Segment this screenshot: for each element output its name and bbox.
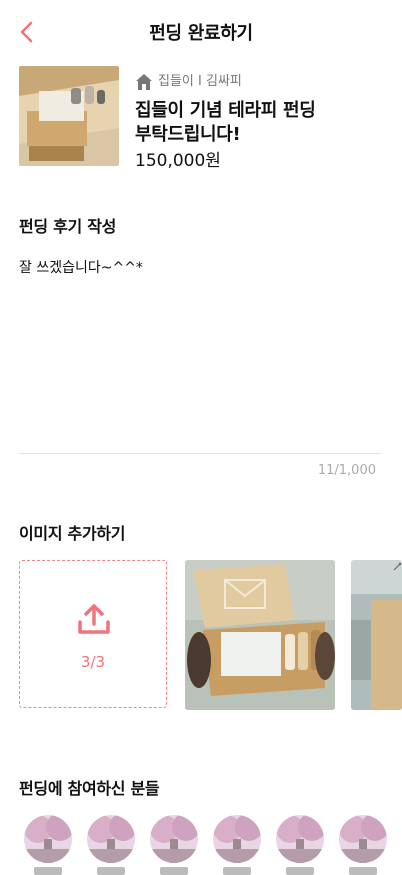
upload-count: 3/3 [80,653,106,671]
product-price: 150,000원 [135,151,221,171]
participant-avatar[interactable] [276,815,324,863]
delete-image-icon[interactable] [392,562,402,572]
uploaded-image-2[interactable] [351,560,402,710]
owner-row: 집들이 I 김싸피 [135,71,389,93]
product-title-line2: 부탁드립니다! [135,124,241,145]
participant-avatar[interactable] [87,815,135,863]
character-counter: 11/1,000 [317,463,376,478]
product-info: 집들이 I 김싸피 집들이 기념 테라피 펀딩 부탁드립니다! 150,000원 [135,71,389,172]
product-image [19,66,119,166]
images-section-title: 이미지 추가하기 [19,524,126,543]
product-title-line1: 집들이 기념 테라피 펀딩 [135,100,316,121]
product-title: 집들이 기념 테라피 펀딩 부탁드립니다! [135,99,389,147]
upload-icon [78,604,110,634]
participants-list [24,815,402,875]
review-section-title: 펀딩 후기 작성 [19,217,117,236]
participant-avatar[interactable] [339,815,387,863]
image-upload-button[interactable]: 3/3 [19,560,167,708]
uploaded-image-1[interactable] [185,560,335,710]
header: 펀딩 완료하기 [0,0,402,64]
page-title: 펀딩 완료하기 [149,23,253,44]
home-icon [136,74,152,90]
participants-section-title: 펀딩에 참여하신 분들 [19,779,160,798]
participant-avatar[interactable] [150,815,198,863]
owner-label: 집들이 I 김싸피 [158,74,242,89]
product-summary: 집들이 I 김싸피 집들이 기념 테라피 펀딩 부탁드립니다! 150,000원 [19,66,389,172]
participant-avatar[interactable] [24,815,72,863]
review-textarea[interactable]: 잘 쓰겠습니다~^^* [19,257,143,277]
review-divider [19,453,381,454]
participant-avatar[interactable] [213,815,261,863]
